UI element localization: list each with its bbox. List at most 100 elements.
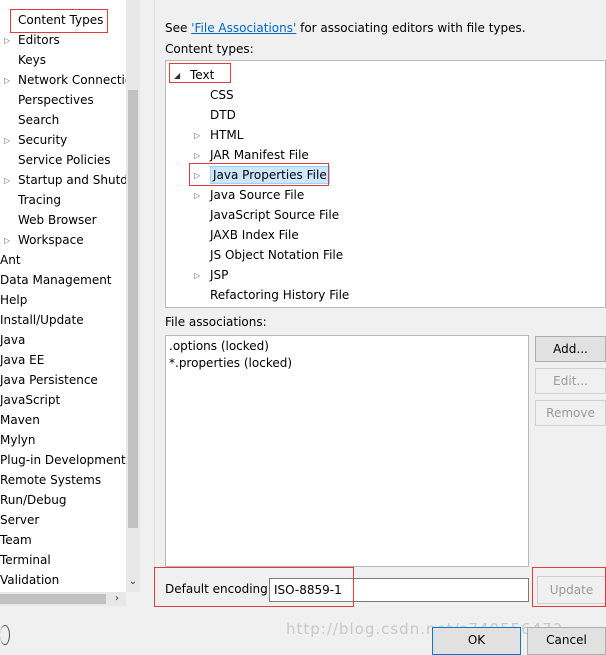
expand-arrow-icon[interactable]: ▷: [4, 131, 14, 151]
expand-arrow-icon[interactable]: ▷: [4, 71, 14, 91]
preference-tree-item[interactable]: Terminal: [0, 550, 51, 570]
preference-tree-item[interactable]: Content Types: [4, 10, 103, 30]
preference-tree-item[interactable]: Search: [4, 110, 59, 130]
preference-tree-item-label: Network Connectio: [18, 73, 126, 87]
content-type-item[interactable]: CSS: [194, 85, 234, 105]
content-type-item[interactable]: ▷ Java Source File: [194, 185, 304, 205]
preferences-tree[interactable]: Content Types ▷ Editors Keys ▷ Network Connec…: [0, 0, 126, 592]
preference-tree-item[interactable]: Java EE: [0, 350, 44, 370]
preference-tree-item-label: Workspace: [18, 233, 84, 247]
preference-tree-item[interactable]: Perspectives: [4, 90, 94, 110]
preference-tree-item[interactable]: JavaScript: [0, 390, 60, 410]
help-icon[interactable]: [0, 625, 10, 645]
scrollbar-thumb[interactable]: [128, 90, 138, 528]
preferences-tree-horizontal-scrollbar[interactable]: ›: [0, 592, 126, 606]
add-button[interactable]: Add...: [535, 336, 606, 362]
content-type-item[interactable]: JS Object Notation File: [194, 245, 343, 265]
preference-tree-item[interactable]: Keys: [4, 50, 46, 70]
content-type-label: Java Source File: [210, 188, 305, 202]
edit-button[interactable]: Edit...: [535, 368, 606, 394]
collapse-arrow-icon[interactable]: ◢: [174, 66, 184, 86]
preference-tree-item[interactable]: Java: [0, 330, 25, 350]
content-type-label: JAR Manifest File: [210, 148, 309, 162]
content-type-item[interactable]: DTD: [194, 105, 236, 125]
content-type-label: CSS: [210, 88, 234, 102]
hint-prefix: See: [165, 21, 192, 35]
preference-tree-item[interactable]: ▷ Startup and Shutd: [4, 170, 126, 190]
preference-tree-item[interactable]: Mylyn: [0, 430, 36, 450]
preference-tree-item[interactable]: ▷ Workspace: [4, 230, 84, 250]
scroll-down-arrow-icon[interactable]: ⌄: [126, 574, 140, 590]
content-type-item[interactable]: Refactoring History File: [194, 285, 349, 305]
expand-arrow-icon[interactable]: ▷: [4, 231, 14, 251]
expand-arrow-icon[interactable]: ▷: [4, 171, 14, 191]
preference-tree-item[interactable]: ▷ Security: [4, 130, 67, 150]
content-type-item[interactable]: ▷ JAR Manifest File: [194, 145, 309, 165]
content-type-item[interactable]: JAXB Index File: [194, 225, 299, 245]
expand-arrow-icon[interactable]: ▷: [194, 146, 204, 166]
preference-tree-item[interactable]: Help: [0, 290, 27, 310]
preference-tree-item-label: Data Management: [0, 273, 112, 287]
preference-tree-item-label: Ant: [0, 253, 21, 267]
pane-divider[interactable]: [154, 0, 155, 606]
preference-tree-item-label: Terminal: [0, 553, 51, 567]
preference-tree-item[interactable]: Server: [0, 510, 39, 530]
preference-tree-item-label: Tracing: [18, 193, 62, 207]
content-type-label: DTD: [210, 108, 236, 122]
content-type-label: JavaScript Source File: [210, 208, 340, 222]
preference-tree-item-label: Plug-in Development: [0, 453, 126, 467]
default-encoding-input[interactable]: ISO-8859-1: [269, 578, 529, 602]
preference-tree-item-label: Java: [0, 333, 26, 347]
content-type-item[interactable]: JavaScript Source File: [194, 205, 339, 225]
preferences-tree-vertical-scrollbar[interactable]: ⌄: [126, 0, 140, 592]
content-type-label: HTML: [210, 128, 244, 142]
preference-tree-item[interactable]: Tracing: [4, 190, 61, 210]
preference-tree-item-label: Startup and Shutd: [18, 173, 126, 187]
scroll-right-arrow-icon[interactable]: ›: [110, 592, 124, 606]
remove-button[interactable]: Remove: [535, 400, 606, 426]
expand-arrow-icon[interactable]: ▷: [4, 31, 14, 51]
file-associations-link[interactable]: 'File Associations': [191, 21, 296, 35]
content-type-label: Refactoring History File: [210, 288, 350, 302]
content-type-label: Text: [190, 68, 215, 82]
preference-tree-item[interactable]: Install/Update: [0, 310, 84, 330]
preference-tree-item[interactable]: ▷ Editors: [4, 30, 60, 50]
preference-tree-item[interactable]: Plug-in Development: [0, 450, 126, 470]
preference-tree-item[interactable]: ▷ Network Connectio: [4, 70, 126, 90]
expand-arrow-icon[interactable]: ▷: [194, 126, 204, 146]
preference-tree-item-label: Editors: [18, 33, 60, 47]
preference-tree-item[interactable]: Team: [0, 530, 32, 550]
expand-arrow-icon[interactable]: ▷: [194, 186, 204, 206]
content-type-item[interactable]: ▷ HTML: [194, 125, 243, 145]
preference-tree-item-label: Validation: [0, 573, 60, 587]
content-types-tree[interactable]: ◢ Text CSS DTD ▷ HTML ▷ JAR Manifest File ▷ Java …: [165, 60, 606, 308]
file-association-item[interactable]: .options (locked): [169, 338, 269, 355]
expand-arrow-icon[interactable]: ▷: [194, 166, 204, 186]
file-associations-list[interactable]: .options (locked) *.properties (locked): [165, 335, 529, 567]
content-type-item[interactable]: ▷ JSP: [194, 265, 228, 285]
file-associations-label: File associations:: [165, 315, 267, 329]
file-association-item[interactable]: *.properties (locked): [169, 355, 292, 372]
preference-tree-item[interactable]: Maven: [0, 410, 40, 430]
preference-tree-item-label: Remote Systems: [0, 473, 102, 487]
preference-tree-item[interactable]: Remote Systems: [0, 470, 101, 490]
preference-tree-item-label: Mylyn: [0, 433, 36, 447]
preference-tree-item[interactable]: Ant: [0, 250, 21, 270]
content-type-item[interactable]: ◢ Text: [174, 65, 214, 85]
content-type-item[interactable]: ▷ Java Properties File: [194, 165, 330, 185]
file-associations-hint: See 'File Associations' for associating …: [165, 20, 526, 36]
preference-tree-item-label: Web Browser: [18, 213, 97, 227]
update-button[interactable]: Update: [537, 576, 606, 604]
preference-tree-item[interactable]: Web Browser: [4, 210, 97, 230]
preference-tree-item-label: Team: [0, 533, 32, 547]
content-type-label: JS Object Notation File: [210, 248, 344, 262]
scrollbar-thumb[interactable]: [0, 594, 106, 604]
preference-tree-item[interactable]: Java Persistence: [0, 370, 98, 390]
expand-arrow-icon[interactable]: ▷: [194, 266, 204, 286]
preference-tree-item[interactable]: Data Management: [0, 270, 112, 290]
preference-tree-item-label: Maven: [0, 413, 40, 427]
preference-tree-item[interactable]: Service Policies: [4, 150, 111, 170]
preference-tree-item-label: Service Policies: [18, 153, 111, 167]
preference-tree-item[interactable]: Validation: [0, 570, 59, 590]
preference-tree-item[interactable]: Run/Debug: [0, 490, 67, 510]
